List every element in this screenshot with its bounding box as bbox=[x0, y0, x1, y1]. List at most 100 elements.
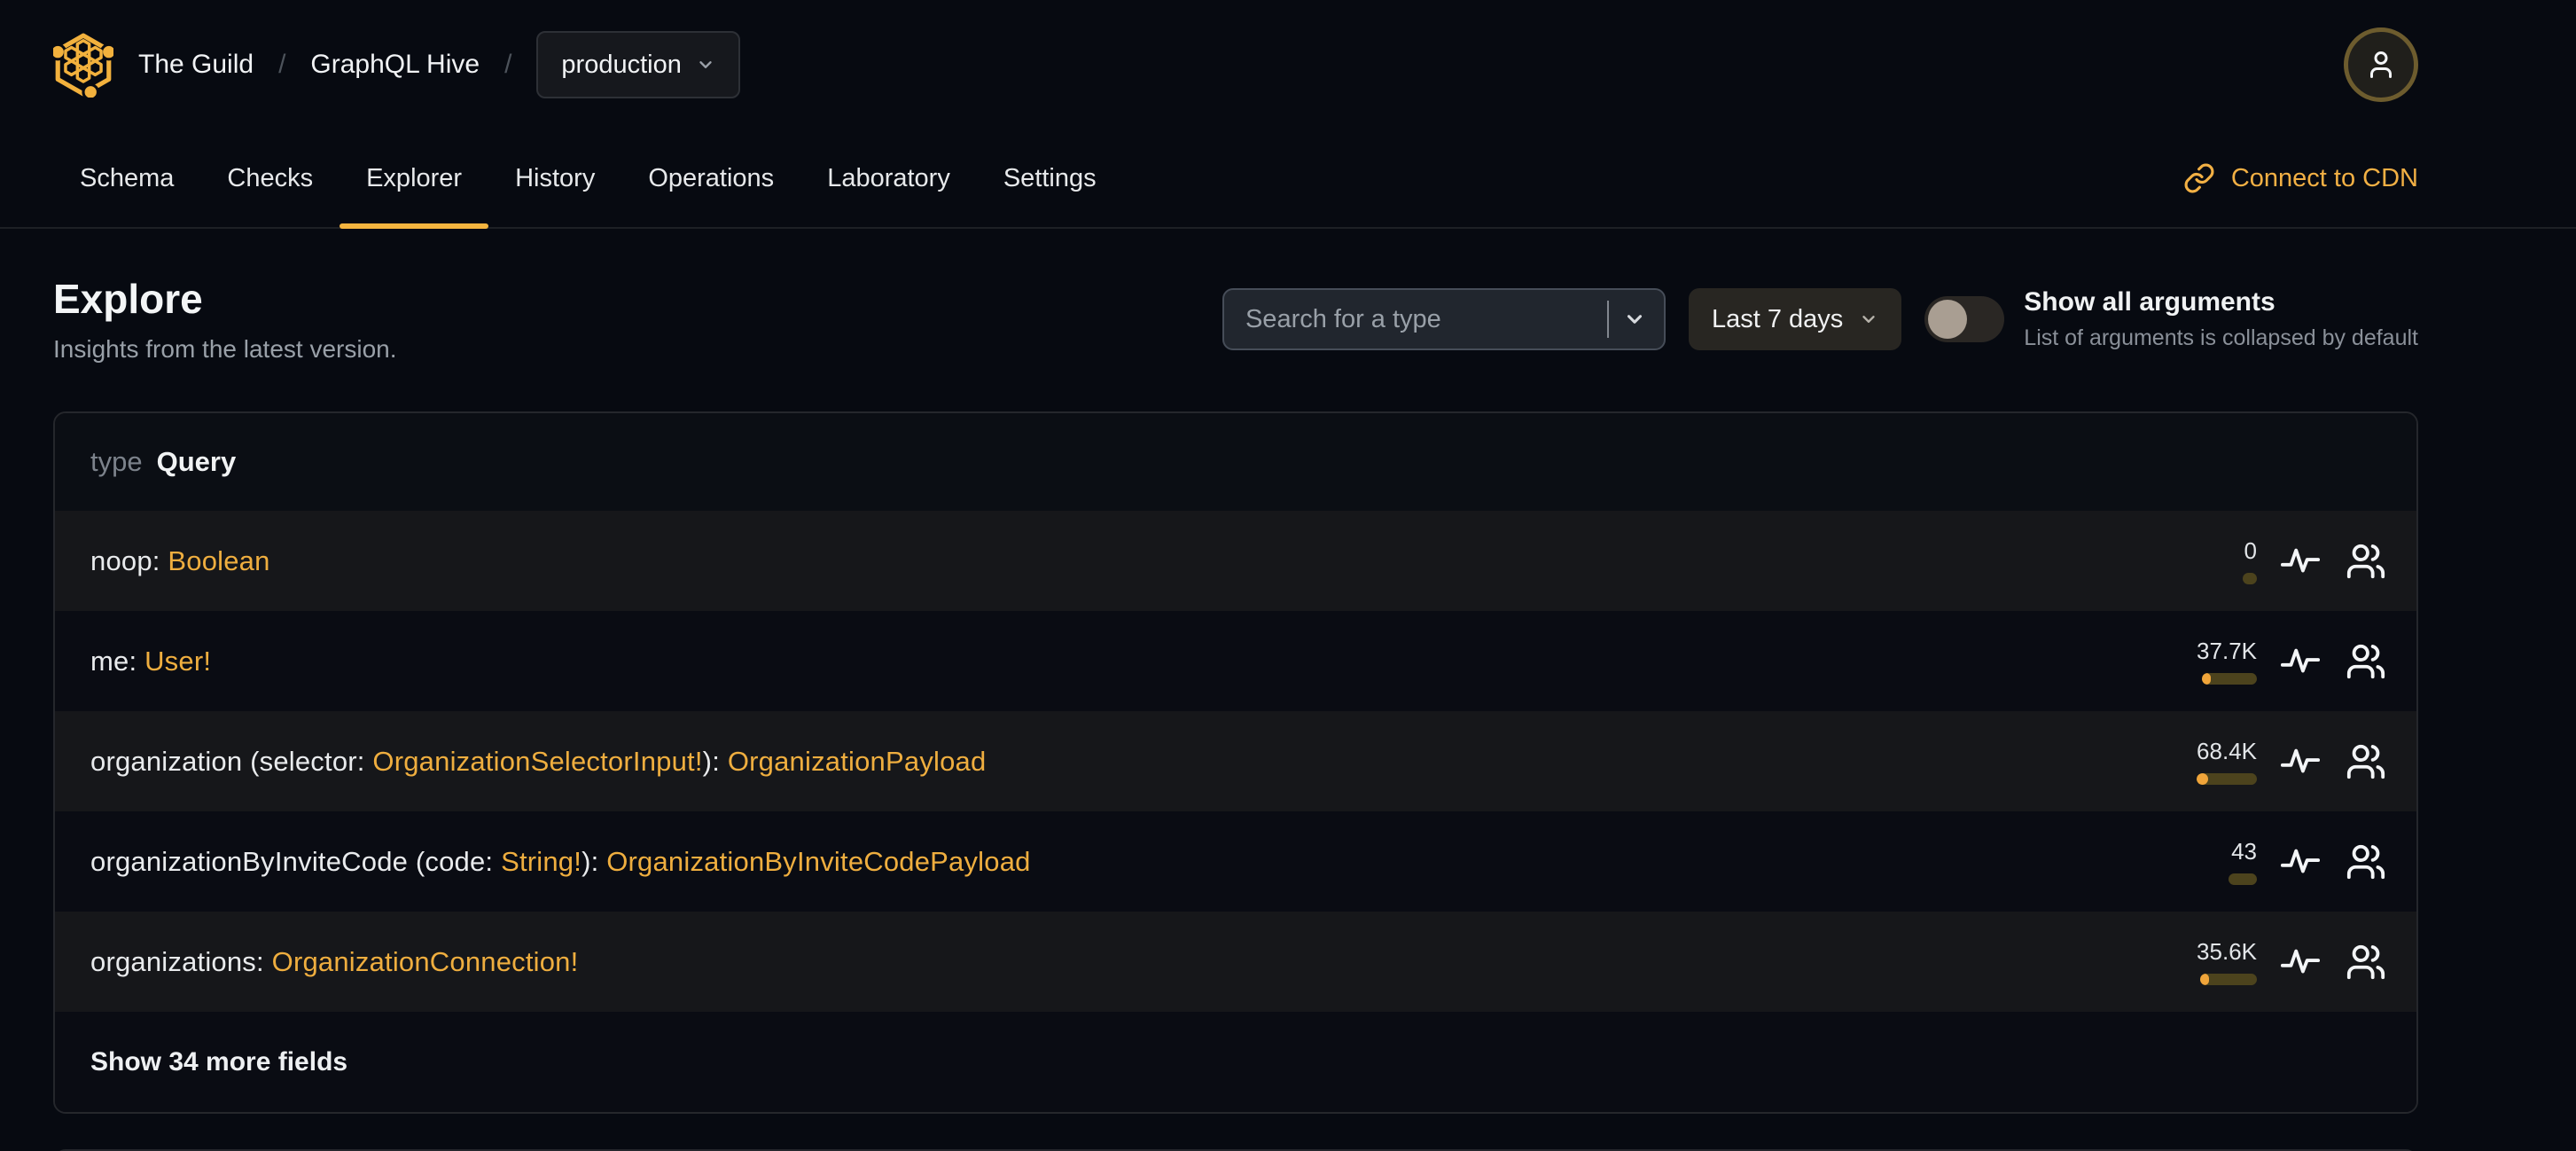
usage-count: 68.4K bbox=[2197, 738, 2257, 764]
field-activity-button[interactable] bbox=[2280, 641, 2321, 682]
target-selector-button[interactable]: production bbox=[536, 31, 740, 98]
graphql-type-link[interactable]: OrganizationConnection! bbox=[272, 946, 579, 977]
combobox-divider bbox=[1606, 301, 1609, 338]
tab-operations[interactable]: Operations bbox=[621, 129, 800, 227]
activity-icon bbox=[2280, 748, 2321, 772]
hive-logo-icon[interactable] bbox=[53, 32, 113, 98]
field-signature: organizationByInviteCode (code: String!)… bbox=[90, 846, 1031, 878]
field-name-text: organization (selector: bbox=[90, 745, 373, 777]
toggle-labels: Show all arguments List of arguments is … bbox=[2024, 287, 2418, 351]
usage-count: 43 bbox=[2231, 838, 2257, 865]
activity-icon bbox=[2280, 949, 2321, 973]
field-name-text: me: bbox=[90, 645, 145, 677]
field-name-text: organizations: bbox=[90, 945, 272, 977]
field-signature: organization (selector: OrganizationSele… bbox=[90, 746, 986, 778]
activity-icon bbox=[2280, 648, 2321, 672]
type-query-card: type Query noop: Boolean 0 me: User! 37.… bbox=[53, 411, 2418, 1114]
field-activity-button[interactable] bbox=[2280, 842, 2321, 882]
chevron-down-icon[interactable] bbox=[1623, 308, 1646, 331]
field-signature: noop: Boolean bbox=[90, 545, 270, 577]
graphql-type-link[interactable]: Boolean bbox=[168, 545, 269, 576]
usage-bar-track bbox=[2202, 673, 2257, 685]
type-search-combobox[interactable] bbox=[1222, 288, 1666, 350]
field-usage-block: 43 bbox=[2151, 838, 2386, 885]
page-title: Explore bbox=[53, 276, 203, 322]
usage-count: 37.7K bbox=[2197, 638, 2257, 664]
users-icon bbox=[2346, 944, 2385, 979]
users-icon bbox=[2346, 644, 2385, 678]
usage-bar-fill bbox=[2200, 974, 2209, 985]
field-activity-button[interactable] bbox=[2280, 541, 2321, 582]
field-row: organizations: OrganizationConnection! 3… bbox=[55, 912, 2416, 1012]
tab-schema[interactable]: Schema bbox=[53, 129, 200, 227]
toggle-description: List of arguments is collapsed by defaul… bbox=[2024, 325, 2418, 350]
show-more-fields-button[interactable]: Show 34 more fields bbox=[55, 1012, 2416, 1112]
graphql-type-link[interactable]: OrganizationSelectorInput! bbox=[372, 746, 702, 777]
field-activity-button[interactable] bbox=[2280, 741, 2321, 782]
fields-list: noop: Boolean 0 me: User! 37.7K organiza… bbox=[55, 511, 2416, 1012]
section-header: Explore Insights from the latest version… bbox=[0, 275, 2576, 364]
activity-icon bbox=[2280, 849, 2321, 873]
field-users-button[interactable] bbox=[2346, 541, 2386, 582]
page-subtitle: Insights from the latest version. bbox=[53, 335, 397, 363]
graphql-type-link[interactable]: String! bbox=[501, 846, 582, 877]
field-signature: me: User! bbox=[90, 646, 211, 677]
tab-history[interactable]: History bbox=[488, 129, 621, 227]
link-icon bbox=[2184, 163, 2214, 193]
show-arguments-control: Show all arguments List of arguments is … bbox=[1924, 287, 2418, 351]
graphql-type-link[interactable]: OrganizationPayload bbox=[728, 746, 987, 777]
users-icon bbox=[2346, 744, 2385, 779]
field-users-button[interactable] bbox=[2346, 641, 2386, 682]
tab-explorer[interactable]: Explorer bbox=[340, 129, 489, 229]
users-icon bbox=[2346, 544, 2385, 578]
field-users-button[interactable] bbox=[2346, 741, 2386, 782]
usage-stat: 35.6K bbox=[2151, 938, 2257, 985]
usage-stat: 37.7K bbox=[2151, 638, 2257, 685]
activity-icon bbox=[2280, 548, 2321, 572]
tab-laboratory[interactable]: Laboratory bbox=[800, 129, 977, 227]
field-users-button[interactable] bbox=[2346, 942, 2386, 983]
section-titles: Explore Insights from the latest version… bbox=[53, 275, 397, 364]
field-usage-block: 68.4K bbox=[2151, 738, 2386, 785]
breadcrumb-org-link[interactable]: The Guild bbox=[138, 50, 254, 80]
usage-stat: 43 bbox=[2151, 838, 2257, 885]
breadcrumb-project-link[interactable]: GraphQL Hive bbox=[310, 50, 480, 80]
toggle-label: Show all arguments bbox=[2024, 287, 2275, 317]
nav-tab-bar: Schema Checks Explorer History Operations Lab… bbox=[0, 129, 2576, 229]
field-activity-button[interactable] bbox=[2280, 942, 2321, 983]
type-name: Query bbox=[156, 446, 237, 477]
tab-checks[interactable]: Checks bbox=[200, 129, 340, 227]
field-name-text: ): bbox=[702, 745, 728, 777]
type-kind-label: type bbox=[90, 446, 143, 477]
connect-to-cdn-button[interactable]: Connect to CDN bbox=[2183, 129, 2418, 227]
target-selector-value: production bbox=[561, 50, 682, 79]
usage-bar-track bbox=[2200, 974, 2257, 985]
field-name-text: noop: bbox=[90, 544, 168, 576]
date-range-button[interactable]: Last 7 days bbox=[1688, 288, 1902, 350]
usage-bar-track bbox=[2243, 573, 2257, 584]
user-avatar-icon bbox=[2370, 51, 2392, 78]
graphql-type-link[interactable]: OrganizationByInviteCodePayload bbox=[606, 846, 1030, 877]
field-row: organizationByInviteCode (code: String!)… bbox=[55, 811, 2416, 912]
usage-count: 35.6K bbox=[2197, 938, 2257, 965]
field-name-text: organizationByInviteCode (code: bbox=[90, 845, 502, 877]
user-avatar-button[interactable] bbox=[2344, 27, 2418, 102]
breadcrumb: The Guild / GraphQL Hive / production bbox=[138, 31, 740, 98]
usage-stat: 0 bbox=[2151, 537, 2257, 584]
usage-bar-fill bbox=[2197, 773, 2208, 785]
field-users-button[interactable] bbox=[2346, 842, 2386, 882]
field-usage-block: 35.6K bbox=[2151, 938, 2386, 985]
breadcrumb-separator: / bbox=[504, 50, 512, 79]
graphql-type-link[interactable]: User! bbox=[144, 646, 211, 677]
type-search-input[interactable] bbox=[1245, 304, 1600, 334]
usage-bar-track bbox=[2229, 873, 2257, 885]
tab-settings[interactable]: Settings bbox=[977, 129, 1123, 227]
chevron-down-icon bbox=[699, 61, 712, 68]
tabs: Schema Checks Explorer History Operations Lab… bbox=[53, 129, 1123, 229]
chevron-down-icon bbox=[1862, 316, 1875, 323]
usage-stat: 68.4K bbox=[2151, 738, 2257, 785]
connect-to-cdn-label: Connect to CDN bbox=[2230, 163, 2418, 192]
field-name-text: ): bbox=[582, 845, 607, 877]
type-card-header: type Query bbox=[55, 413, 2416, 511]
show-all-arguments-toggle[interactable] bbox=[1924, 296, 2005, 342]
